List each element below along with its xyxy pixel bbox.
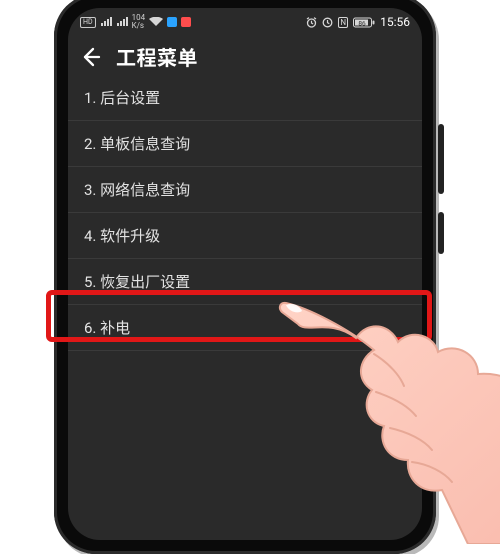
- status-bar: HD 104 K/s: [68, 8, 422, 32]
- battery-icon: 86: [353, 17, 375, 28]
- alarm-icon: [306, 17, 317, 28]
- menu-item-factory-reset[interactable]: 5. 恢复出厂设置: [68, 259, 422, 305]
- menu-item-label: 5. 恢复出厂设置: [84, 273, 190, 291]
- page-title: 工程菜单: [116, 42, 198, 71]
- menu-item-software-upgrade[interactable]: 4. 软件升级: [68, 213, 422, 259]
- screen: HD 104 K/s: [68, 8, 422, 540]
- menu-item-board-info[interactable]: 2. 单板信息查询: [68, 121, 422, 167]
- menu-list: 1. 后台设置 2. 单板信息查询 3. 网络信息查询 4. 软件升级 5. 恢…: [68, 79, 422, 351]
- menu-item-label: 6. 补电: [84, 319, 130, 337]
- nfc-icon: N: [338, 17, 348, 28]
- title-bar: 工程菜单: [68, 32, 422, 79]
- message-icon: [167, 17, 177, 27]
- status-left: HD 104 K/s: [80, 14, 191, 30]
- app-icon: [181, 17, 191, 27]
- menu-item-backend-settings[interactable]: 1. 后台设置: [68, 79, 422, 121]
- menu-item-label: 1. 后台设置: [84, 89, 160, 107]
- power-button: [438, 212, 444, 254]
- menu-item-network-info[interactable]: 3. 网络信息查询: [68, 167, 422, 213]
- back-arrow-icon: [79, 46, 101, 68]
- menu-item-label: 3. 网络信息查询: [84, 181, 190, 199]
- phone-frame: HD 104 K/s: [54, 0, 436, 554]
- hd-indicator-icon: HD: [80, 17, 96, 28]
- back-button[interactable]: [78, 45, 102, 69]
- clock-icon: [322, 17, 333, 28]
- wifi-icon: [149, 17, 163, 27]
- net-speed: 104 K/s: [132, 14, 146, 30]
- volume-button: [438, 124, 444, 194]
- status-time: 15:56: [380, 15, 410, 29]
- signal-icon: [100, 17, 112, 27]
- net-unit: K/s: [132, 21, 144, 30]
- menu-item-recharge[interactable]: 6. 补电: [68, 305, 422, 351]
- status-right: N 86 15:56: [306, 15, 410, 29]
- signal-icon: [116, 17, 128, 27]
- svg-text:86: 86: [358, 19, 366, 27]
- menu-item-label: 4. 软件升级: [84, 227, 160, 245]
- menu-item-label: 2. 单板信息查询: [84, 135, 190, 153]
